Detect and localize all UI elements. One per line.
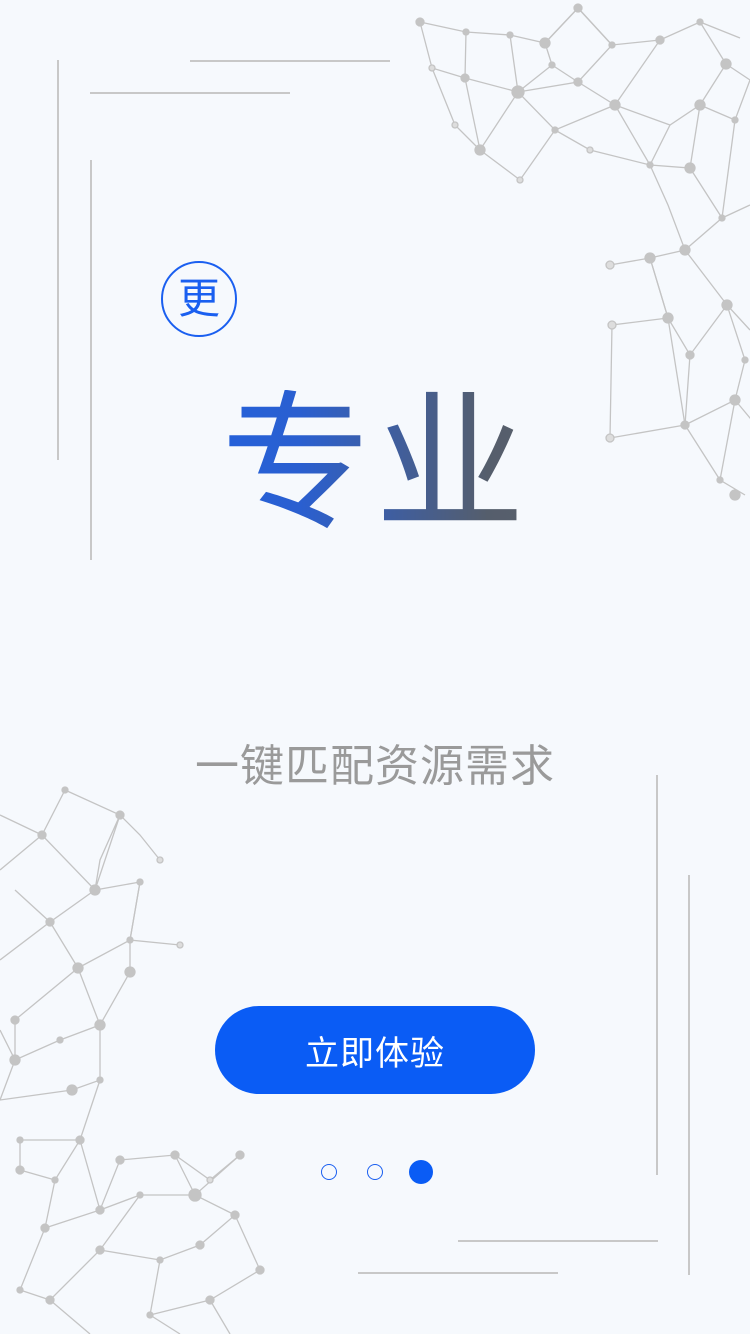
- page-dot-3-active[interactable]: [409, 1160, 433, 1184]
- try-now-button[interactable]: 立即体验: [215, 1006, 535, 1094]
- page-dot-2[interactable]: [367, 1164, 383, 1180]
- page-dot-1[interactable]: [321, 1164, 337, 1180]
- decorative-background: [0, 3, 750, 1334]
- badge-char: 更: [177, 274, 220, 323]
- headline-title: 专业: [0, 390, 750, 540]
- onboarding-page: 更 专业 一键匹配资源需求 立即体验: [0, 0, 750, 1334]
- subtitle-text: 一键匹配资源需求: [195, 741, 555, 792]
- badge-circle: 更: [161, 261, 237, 337]
- page-indicator: [0, 1159, 750, 1185]
